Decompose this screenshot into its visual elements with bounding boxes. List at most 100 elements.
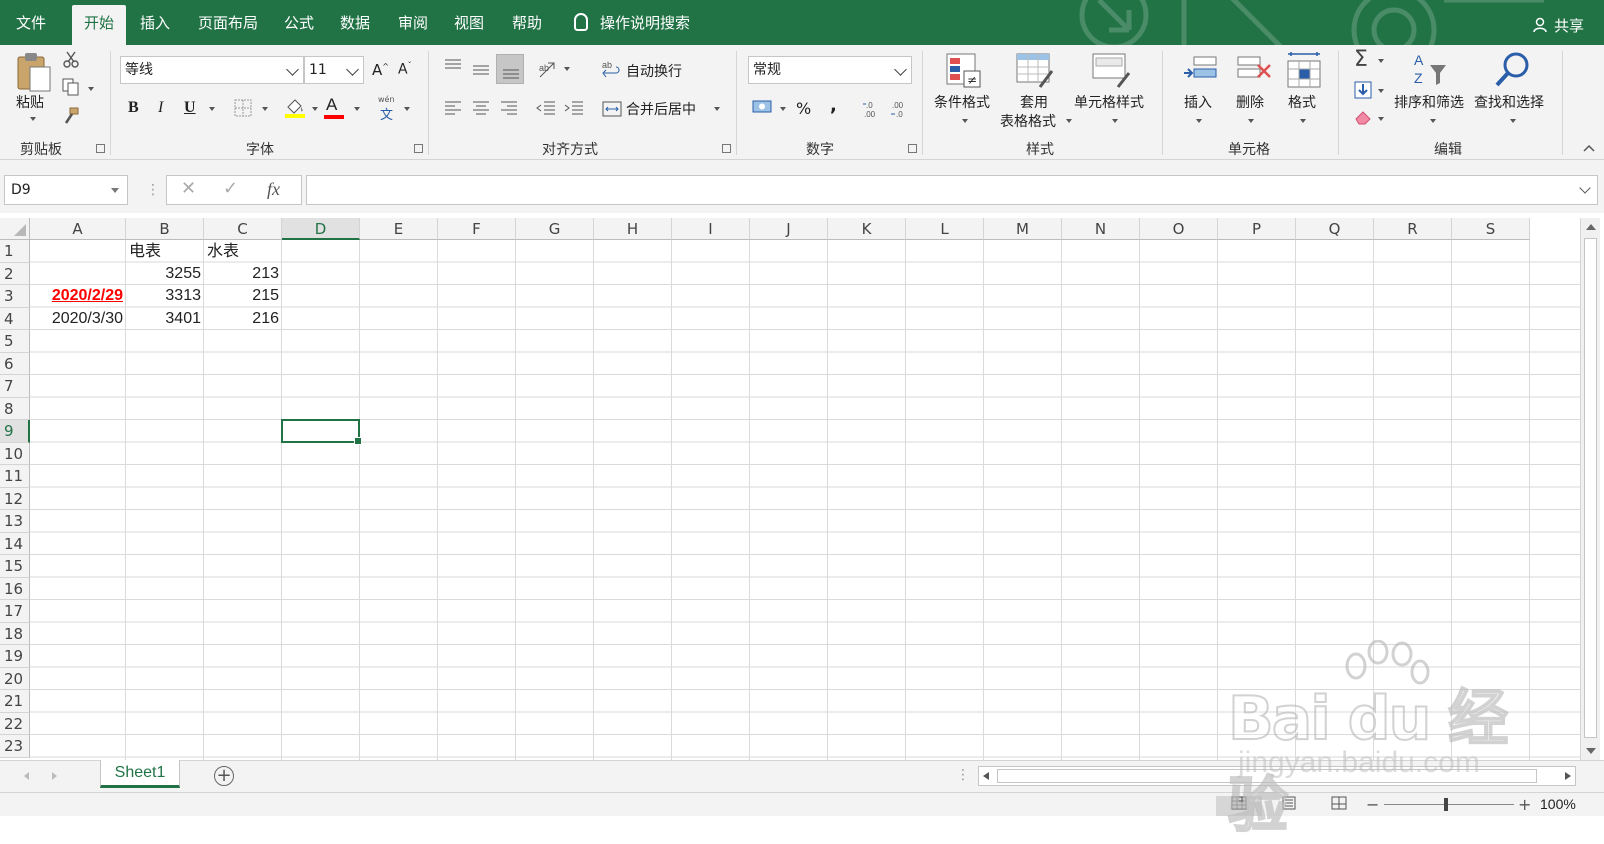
cut-icon[interactable]: [62, 51, 80, 69]
column-header-h[interactable]: H: [594, 218, 672, 240]
cell-b4[interactable]: 3401: [126, 308, 204, 331]
sort-filter-button[interactable]: 排序和筛选: [1394, 92, 1464, 112]
font-name-select[interactable]: 等线: [120, 56, 304, 84]
row-header-4[interactable]: 4: [0, 307, 30, 330]
insert-cells-button[interactable]: 插入: [1184, 92, 1212, 112]
merge-center-button[interactable]: 合并后居中: [626, 99, 696, 119]
tab-formulas[interactable]: 公式: [272, 8, 326, 45]
row-header-22[interactable]: 22: [0, 712, 30, 735]
borders-dropdown-icon[interactable]: [262, 107, 268, 111]
format-as-table-dropdown-icon[interactable]: [1066, 119, 1072, 123]
row-header-9[interactable]: 9: [0, 420, 30, 443]
wrap-text-button[interactable]: 自动换行: [626, 61, 682, 81]
format-as-table-line1[interactable]: 套用: [1020, 92, 1048, 112]
row-header-21[interactable]: 21: [0, 690, 30, 713]
clear-icon[interactable]: [1354, 109, 1372, 125]
column-header-c[interactable]: C: [204, 218, 282, 240]
row-header-10[interactable]: 10: [0, 442, 30, 465]
prev-sheet-icon[interactable]: [24, 772, 29, 780]
tab-home[interactable]: 开始: [72, 5, 127, 45]
cancel-entry-icon[interactable]: ✕: [181, 178, 196, 199]
increase-indent-icon[interactable]: [564, 101, 584, 117]
currency-icon[interactable]: [752, 99, 776, 117]
align-right-icon[interactable]: [500, 101, 518, 117]
align-left-icon[interactable]: [444, 101, 462, 117]
active-cell-cursor[interactable]: [281, 419, 362, 444]
row-header-11[interactable]: 11: [0, 465, 30, 488]
find-select-dropdown-icon[interactable]: [1510, 119, 1516, 123]
column-header-d[interactable]: D: [282, 218, 360, 240]
cell-styles-button[interactable]: 单元格样式: [1074, 92, 1144, 112]
italic-button[interactable]: I: [158, 99, 163, 117]
cell-a3[interactable]: 2020/2/29: [30, 285, 126, 308]
autosum-icon[interactable]: Σ: [1354, 47, 1368, 72]
add-sheet-button[interactable]: +: [214, 766, 234, 786]
row-header-13[interactable]: 13: [0, 510, 30, 533]
scroll-up-icon[interactable]: [1586, 224, 1596, 230]
cell-b1[interactable]: 电表: [126, 240, 204, 263]
formula-input[interactable]: [306, 175, 1598, 205]
scroll-left-icon[interactable]: [983, 772, 989, 780]
vertical-scroll-thumb[interactable]: [1584, 238, 1597, 738]
number-format-select[interactable]: 常规: [748, 56, 912, 84]
font-color-button[interactable]: A: [326, 95, 337, 115]
column-header-r[interactable]: R: [1374, 218, 1452, 240]
decrease-indent-icon[interactable]: [536, 101, 556, 117]
cell-c4[interactable]: 216: [204, 308, 282, 331]
phonetic-guide-button[interactable]: 文: [380, 104, 393, 123]
name-box[interactable]: D9: [4, 175, 128, 205]
row-header-7[interactable]: 7: [0, 375, 30, 398]
vertical-scrollbar[interactable]: [1580, 218, 1600, 760]
column-header-s[interactable]: S: [1452, 218, 1530, 240]
row-header-16[interactable]: 16: [0, 577, 30, 600]
decrease-decimal-icon[interactable]: .00.0: [890, 99, 910, 119]
clipboard-launcher-icon[interactable]: [96, 144, 105, 153]
alignment-launcher-icon[interactable]: [722, 144, 731, 153]
cell-c3[interactable]: 215: [204, 285, 282, 308]
cell-b3[interactable]: 3313: [126, 285, 204, 308]
format-cells-button[interactable]: 格式: [1288, 92, 1316, 112]
shrink-font-icon[interactable]: Aˇ: [398, 61, 412, 78]
insert-function-button[interactable]: fx: [267, 179, 280, 200]
column-header-g[interactable]: G: [516, 218, 594, 240]
row-header-2[interactable]: 2: [0, 262, 30, 285]
align-middle-icon[interactable]: [472, 63, 490, 79]
clear-dropdown-icon[interactable]: [1378, 117, 1384, 121]
column-header-e[interactable]: E: [360, 218, 438, 240]
select-all-button[interactable]: [0, 218, 30, 240]
cell-b2[interactable]: 3255: [126, 263, 204, 286]
row-header-5[interactable]: 5: [0, 330, 30, 353]
delete-cells-button[interactable]: 删除: [1236, 92, 1264, 112]
row-header-23[interactable]: 23: [0, 735, 30, 758]
conditional-dropdown-icon[interactable]: [962, 119, 968, 123]
fill-dropdown-icon[interactable]: [1378, 89, 1384, 93]
column-header-b[interactable]: B: [126, 218, 204, 240]
column-header-o[interactable]: O: [1140, 218, 1218, 240]
column-header-n[interactable]: N: [1062, 218, 1140, 240]
merge-dropdown-icon[interactable]: [714, 107, 720, 111]
row-header-15[interactable]: 15: [0, 555, 30, 578]
row-header-17[interactable]: 17: [0, 600, 30, 623]
paste-dropdown-icon[interactable]: [30, 117, 36, 121]
orientation-dropdown-icon[interactable]: [564, 67, 570, 71]
tab-file[interactable]: 文件: [4, 8, 58, 45]
column-header-j[interactable]: J: [750, 218, 828, 240]
align-center-icon[interactable]: [472, 101, 490, 117]
expand-formula-icon[interactable]: [1579, 182, 1591, 194]
conditional-formatting-button[interactable]: 条件格式: [934, 92, 990, 112]
cell-a4[interactable]: 2020/3/30: [30, 308, 126, 331]
confirm-entry-icon[interactable]: ✓: [223, 178, 238, 199]
next-sheet-icon[interactable]: [52, 772, 57, 780]
paste-button[interactable]: 粘贴: [16, 92, 44, 112]
orientation-icon[interactable]: ab: [538, 59, 560, 79]
tab-page-layout[interactable]: 页面布局: [186, 8, 270, 45]
percent-button[interactable]: %: [796, 99, 811, 118]
column-header-m[interactable]: M: [984, 218, 1062, 240]
row-header-1[interactable]: 1: [0, 240, 30, 263]
row-header-14[interactable]: 14: [0, 532, 30, 555]
cell-styles-dropdown-icon[interactable]: [1112, 119, 1118, 123]
cell-c2[interactable]: 213: [204, 263, 282, 286]
bold-button[interactable]: B: [128, 99, 139, 117]
column-header-k[interactable]: K: [828, 218, 906, 240]
format-as-table-button[interactable]: 表格格式: [1000, 111, 1056, 131]
